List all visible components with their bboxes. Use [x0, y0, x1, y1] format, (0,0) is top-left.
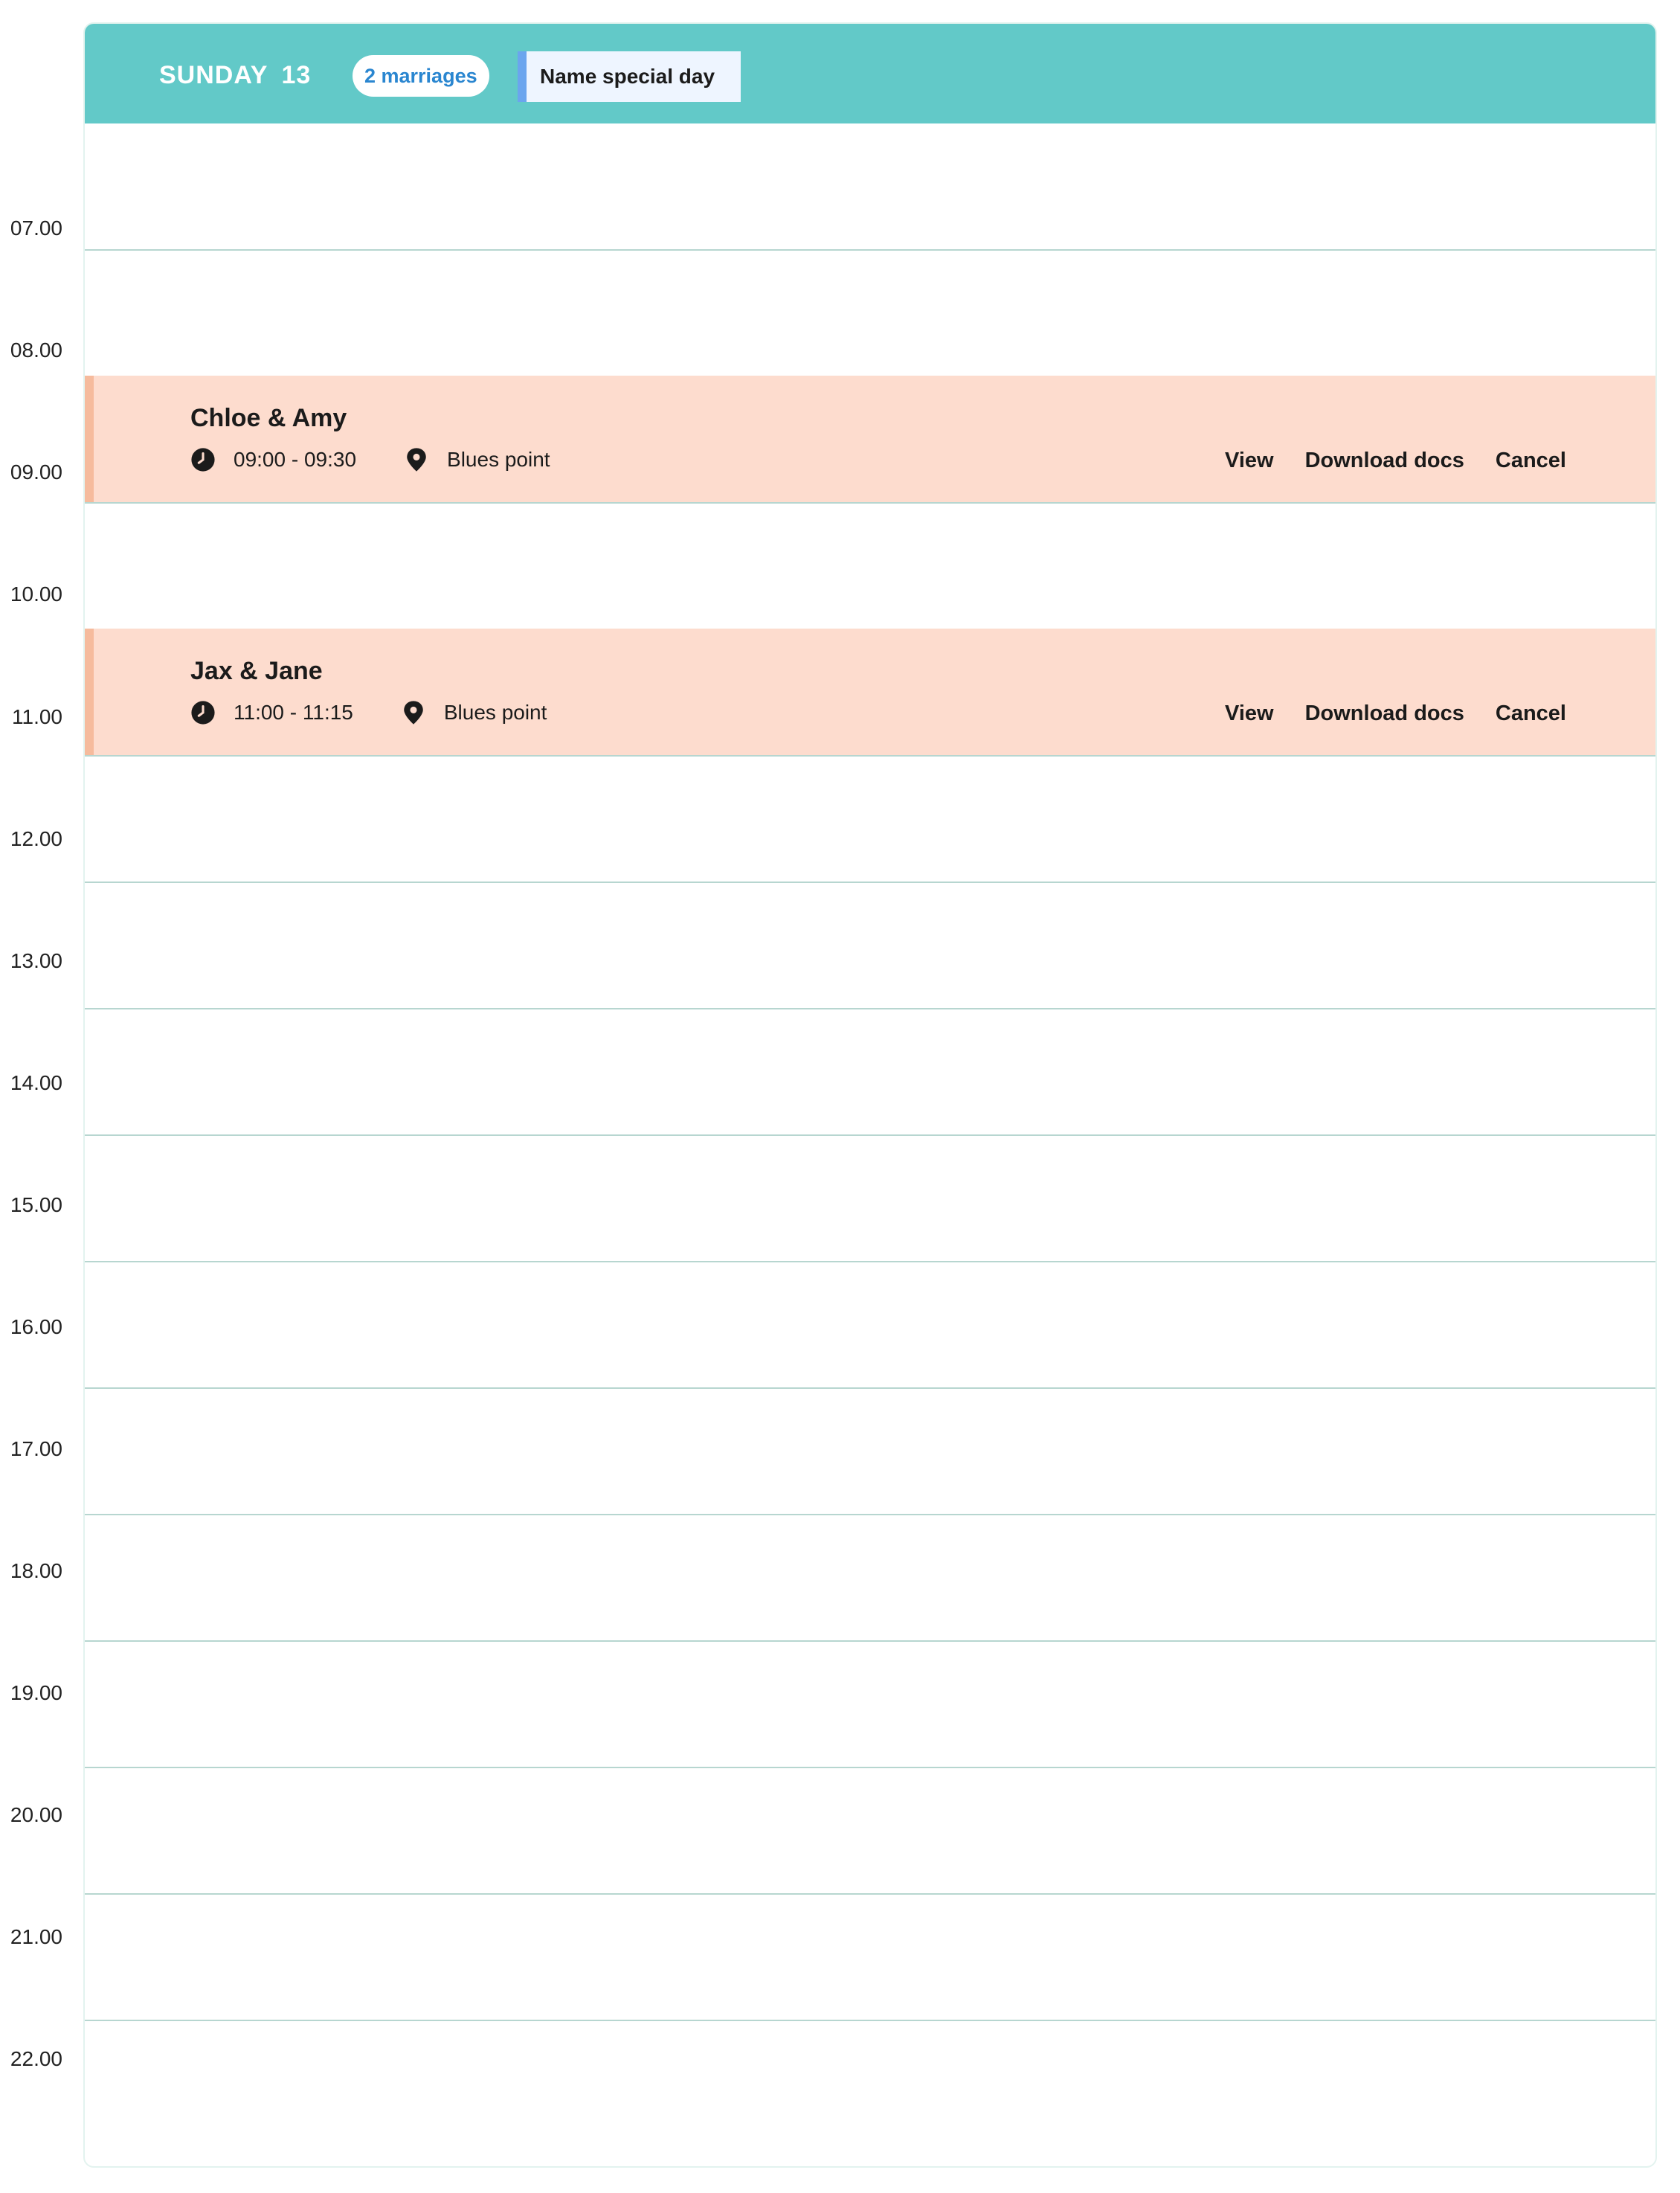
marriages-count-badge[interactable]: 2 marriages — [353, 55, 489, 97]
hour-label: 15.00 — [10, 1193, 62, 1216]
day-calendar-panel: SUNDAY 13 2 marriages Name special day Ch… — [83, 22, 1657, 2168]
clock-icon — [191, 448, 215, 472]
event-couple-name: Jax & Jane — [190, 657, 323, 685]
hour-divider — [85, 1893, 1655, 1895]
hour-label: 17.00 — [10, 1437, 62, 1460]
hour-divider — [85, 1514, 1655, 1515]
hour-divider — [85, 2020, 1655, 2021]
hour-label: 14.00 — [10, 1071, 62, 1094]
hour-label: 08.00 — [10, 338, 62, 362]
marriage-event[interactable]: Jax & Jane 11:00 - 11:15 Blues point Vie… — [85, 629, 1655, 755]
hour-divider — [85, 1387, 1655, 1389]
cancel-button[interactable]: Cancel — [1496, 701, 1566, 726]
marriage-event[interactable]: Chloe & Amy 09:00 - 09:30 Blues point Vi… — [85, 376, 1655, 502]
hour-divider — [85, 755, 1655, 757]
hour-divider — [85, 502, 1655, 504]
location-pin-icon — [404, 701, 423, 725]
hour-divider — [85, 1134, 1655, 1136]
hour-divider — [85, 1008, 1655, 1009]
location-pin-icon — [407, 448, 426, 472]
hour-label: 09.00 — [10, 460, 62, 484]
hour-divider — [85, 1767, 1655, 1768]
day-header: SUNDAY 13 2 marriages Name special day — [85, 24, 1655, 123]
event-location: Blues point — [443, 701, 547, 724]
view-button[interactable]: View — [1225, 449, 1274, 473]
hour-label: 22.00 — [10, 2047, 62, 2070]
hour-divider — [85, 1261, 1655, 1262]
download-docs-button[interactable]: Download docs — [1305, 701, 1464, 726]
hour-divider — [85, 882, 1655, 883]
hour-label: 11.00 — [12, 705, 62, 728]
event-meta: 11:00 - 11:15 Blues point — [190, 700, 547, 725]
hour-label: 16.00 — [10, 1315, 62, 1338]
view-button[interactable]: View — [1225, 701, 1274, 726]
hour-label: 10.00 — [10, 582, 62, 606]
clock-icon — [191, 701, 215, 725]
event-couple-name: Chloe & Amy — [190, 404, 347, 432]
event-meta: 09:00 - 09:30 Blues point — [190, 447, 550, 472]
hour-label: 13.00 — [10, 949, 62, 972]
day-date: 13 — [281, 61, 312, 89]
event-location: Blues point — [447, 448, 550, 471]
hour-label: 21.00 — [10, 1925, 62, 1948]
event-time: 09:00 - 09:30 — [234, 448, 357, 471]
hour-label: 20.00 — [10, 1803, 62, 1826]
day-title: SUNDAY 13 — [159, 61, 311, 90]
hour-divider — [85, 249, 1655, 251]
cancel-button[interactable]: Cancel — [1496, 449, 1566, 473]
event-actions: View Download docs Cancel — [1225, 701, 1566, 726]
download-docs-button[interactable]: Download docs — [1305, 449, 1464, 473]
hour-divider — [85, 1640, 1655, 1642]
event-actions: View Download docs Cancel — [1225, 449, 1566, 473]
hour-label: 12.00 — [10, 827, 62, 850]
hour-label: 18.00 — [10, 1559, 62, 1582]
name-special-day-button[interactable]: Name special day — [518, 51, 741, 102]
hour-label: 19.00 — [10, 1681, 62, 1704]
day-name: SUNDAY — [159, 61, 268, 89]
hour-label: 07.00 — [10, 216, 62, 240]
event-time: 11:00 - 11:15 — [234, 701, 353, 724]
